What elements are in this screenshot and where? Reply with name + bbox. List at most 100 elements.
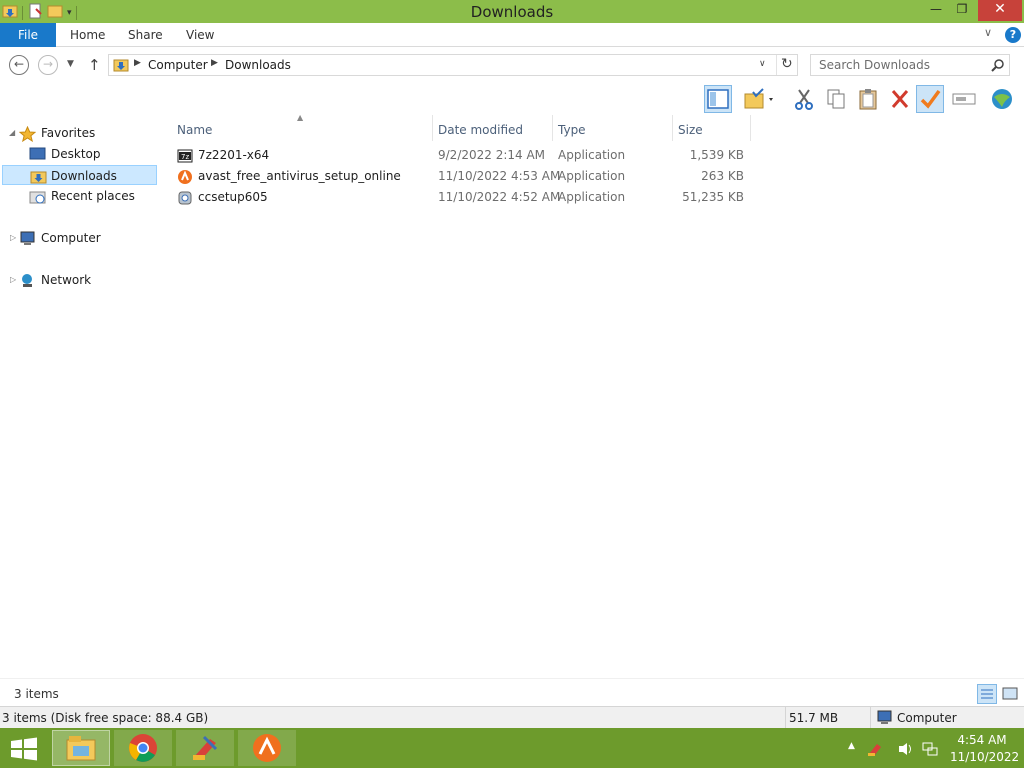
column-header-size[interactable]: Size [673,119,750,141]
address-divider [776,55,777,75]
folder-check-icon [744,88,773,109]
preview-pane-icon [707,89,729,109]
zone-label: Computer [897,711,957,725]
nav-recent-places[interactable]: Recent places [29,186,135,206]
clock-time[interactable]: 4:54 AM [957,733,1007,747]
search-box[interactable]: Search Downloads [810,54,1010,76]
network-button[interactable] [988,85,1016,113]
taskbar-ccleaner[interactable] [176,730,234,766]
nav-network[interactable]: ▷ Network [10,270,92,290]
address-bar[interactable]: ▶ Computer ▶ Downloads ∨ ↻ [108,54,798,76]
large-icons-view-button[interactable] [1001,685,1019,706]
clock-date[interactable]: 11/10/2022 [950,750,1019,764]
svg-text:7z: 7z [181,153,189,161]
nav-downloads-label: Downloads [51,169,117,183]
recent-locations-dropdown[interactable]: ▼ [67,59,74,69]
preview-pane-button[interactable] [704,85,732,113]
scissors-icon [795,89,813,110]
nav-favorites-label: Favorites [41,126,96,140]
nav-computer[interactable]: ▷ Computer [10,228,101,248]
cut-button[interactable] [790,85,818,113]
breadcrumb-computer[interactable]: Computer [148,58,208,72]
refresh-icon[interactable]: ↻ [781,56,793,72]
window-title: Downloads [470,3,554,21]
ccleaner-tray-icon[interactable] [867,741,885,760]
network-tray-icon[interactable] [921,741,939,760]
select-all-button[interactable] [916,85,944,113]
nav-desktop[interactable]: Desktop [29,144,101,164]
file-list: ▲ Name Date modified Type Size 7z 7z2201… [160,113,1024,678]
globe-icon [992,89,1012,109]
nav-computer-label: Computer [41,231,101,245]
file-name: avast_free_antivirus_setup_online [198,169,401,183]
tab-share[interactable]: Share [128,23,163,47]
address-dropdown-icon[interactable]: ∨ [759,59,766,69]
rename-button[interactable] [950,85,978,113]
taskbar-chrome[interactable] [114,730,172,766]
breadcrumb-separator-icon[interactable]: ▶ [211,58,218,68]
tab-file[interactable]: File [0,23,56,47]
command-toolbar [0,83,1024,115]
paste-button[interactable] [854,85,882,113]
show-hidden-icons-icon[interactable]: ▲ [848,741,855,751]
nav-recent-places-label: Recent places [51,189,135,203]
back-button[interactable]: ← [9,55,29,75]
restore-button[interactable]: ❐ [948,0,976,21]
ccleaner-icon [193,735,218,760]
up-button[interactable]: ↑ [88,56,101,74]
collapse-arrow-icon[interactable]: ◢ [9,123,15,143]
file-type: Application [558,169,626,183]
recent-places-icon [29,189,46,211]
file-row[interactable]: ccsetup605 11/10/2022 4:52 AM Applicatio… [172,187,747,208]
breadcrumb-downloads[interactable]: Downloads [225,58,291,72]
nav-desktop-label: Desktop [51,147,101,161]
search-icon[interactable] [991,58,1005,75]
details-view-button[interactable] [977,684,997,704]
tab-home[interactable]: Home [70,23,105,47]
minimize-button[interactable]: — [922,0,950,21]
nav-network-label: Network [41,273,92,287]
tab-view[interactable]: View [186,23,214,47]
file-date: 9/2/2022 2:14 AM [438,148,546,162]
help-icon[interactable]: ? [1005,27,1021,43]
column-header-name[interactable]: Name [172,119,432,141]
taskbar-file-explorer[interactable] [52,730,110,766]
column-header-type[interactable]: Type [553,119,672,141]
zone-indicator: Computer [876,710,957,729]
computer-icon [877,710,892,724]
avast-icon [253,734,281,762]
rename-icon [952,93,976,105]
status-bar: 3 items [0,678,1024,706]
ccleaner-icon [177,190,193,213]
nav-downloads[interactable]: Downloads [2,165,157,185]
expand-arrow-icon[interactable]: ▷ [10,228,16,248]
taskbar: ▲ 4:54 AM 11/10/2022 [0,728,1024,768]
file-size: 51,235 KB [682,190,744,204]
column-header-date-modified[interactable]: Date modified [433,119,552,141]
close-button[interactable]: ✕ [978,0,1022,21]
volume-icon[interactable] [897,741,915,760]
search-input[interactable]: Search Downloads [819,58,930,72]
breadcrumb-separator-icon[interactable]: ▶ [134,58,141,68]
file-row[interactable]: avast_free_antivirus_setup_online 11/10/… [172,166,747,187]
title-bar: ▾ Downloads — ❐ ✕ [0,0,1024,23]
file-row[interactable]: 7z 7z2201-x64 9/2/2022 2:14 AM Applicati… [172,145,747,166]
details-view-icon [981,689,993,699]
column-divider[interactable] [750,115,751,141]
file-explorer-icon [66,736,96,761]
clipboard-icon [859,89,877,110]
desktop-icon [29,147,46,167]
expand-ribbon-icon[interactable]: ∨ [984,26,992,39]
delete-button[interactable] [886,85,914,113]
select-folder-button[interactable] [740,85,780,113]
delete-x-icon [891,90,909,108]
file-type: Application [558,148,626,162]
taskbar-avast[interactable] [238,730,296,766]
forward-button[interactable]: → [38,55,58,75]
selection-size-text: 51.7 MB [789,711,839,725]
nav-favorites[interactable]: ◢ Favorites [9,123,96,143]
start-button[interactable] [9,737,39,761]
expand-arrow-icon[interactable]: ▷ [10,270,16,290]
file-date: 11/10/2022 4:52 AM [438,190,561,204]
copy-button[interactable] [822,85,850,113]
